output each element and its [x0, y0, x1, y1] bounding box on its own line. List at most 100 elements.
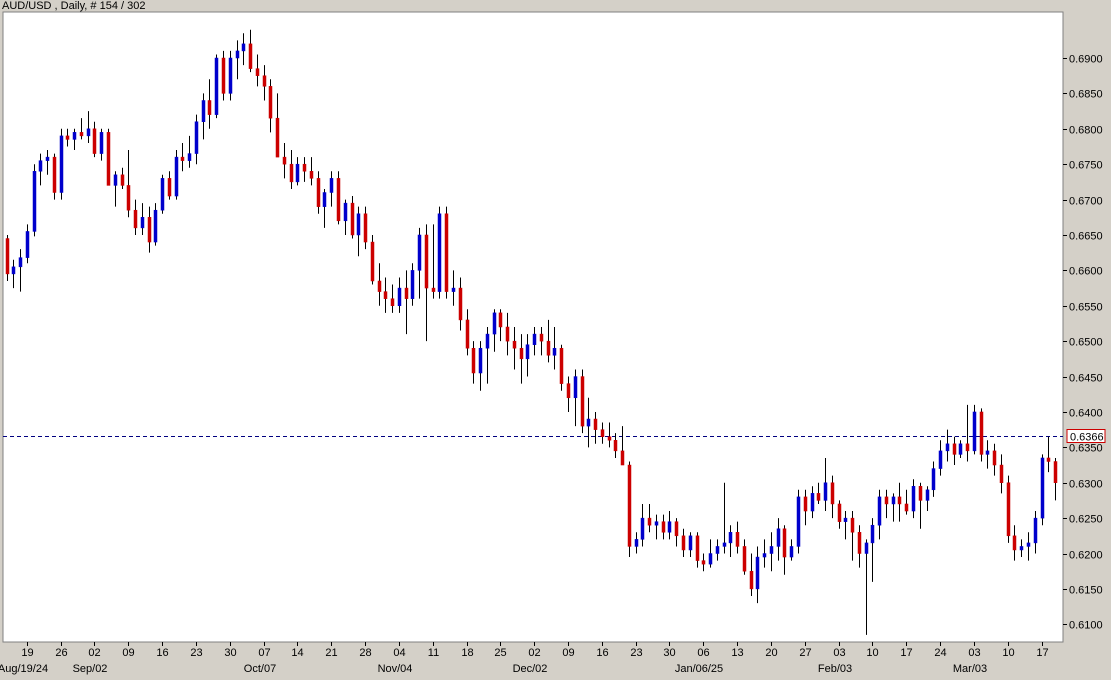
candle-up [153, 209, 158, 243]
candle-up [11, 266, 16, 275]
candle-up [485, 333, 490, 349]
x-tick-label: 14 [291, 647, 303, 659]
candle-up [72, 132, 77, 140]
candle-up [343, 202, 348, 222]
candle-up [925, 489, 930, 501]
candle-up [843, 517, 848, 522]
x-tick-label: 11 [428, 647, 439, 659]
y-tick-label: 0.6350 [1069, 443, 1103, 455]
candle-down [255, 68, 260, 76]
x-tick-label: 09 [562, 647, 574, 659]
candle-down [268, 86, 273, 119]
candle-up [586, 418, 591, 427]
y-tick-label: 0.6250 [1069, 514, 1103, 526]
candle-up [1019, 546, 1024, 551]
candle-up [945, 443, 950, 452]
candle-down [248, 43, 253, 69]
candle-down [1053, 461, 1058, 483]
candle-up [722, 542, 727, 547]
x-date-label: Jan/06/25 [675, 663, 723, 675]
x-tick-label: 19 [21, 647, 33, 659]
candle-up [478, 347, 483, 374]
candle-down [850, 517, 855, 533]
candle-up [877, 496, 882, 526]
candlestick-chart: 0.6100 0.6150 0.6200 0.6250 0.6300 0.6350 0.64… [0, 11, 1106, 675]
candle-down [147, 217, 152, 243]
candle-down [695, 535, 700, 561]
candle-up [1026, 542, 1031, 547]
candle-up [810, 493, 815, 512]
candle-down [289, 163, 294, 183]
candle-up [86, 128, 91, 137]
candle-down [336, 178, 341, 222]
candle-up [525, 344, 530, 360]
candle-down [431, 287, 436, 292]
y-tick-label: 0.6300 [1069, 479, 1103, 491]
candle-up [194, 121, 199, 154]
candle-down [559, 347, 564, 384]
candle-down [681, 535, 686, 551]
candle-down [180, 156, 185, 161]
candle-up [356, 213, 361, 236]
candle-up [174, 156, 179, 197]
candle-up [329, 178, 334, 193]
x-tick-label: 17 [900, 647, 912, 659]
y-tick-label: 0.6200 [1069, 550, 1103, 562]
x-tick-label: 04 [393, 647, 405, 659]
candle-down [275, 117, 280, 158]
x-tick-label: 26 [55, 647, 67, 659]
candle-down [471, 347, 476, 374]
candle-down [512, 340, 517, 349]
candle-up [634, 539, 639, 547]
y-tick-label: 0.6750 [1069, 160, 1103, 172]
candle-down [884, 496, 889, 505]
candle-up [654, 521, 659, 526]
candle-down [539, 333, 544, 342]
candle-down [546, 340, 551, 356]
y-tick-label: 0.6700 [1069, 196, 1103, 208]
plot-area [2, 11, 1064, 643]
y-tick-label: 0.6900 [1069, 54, 1103, 66]
y-tick-label: 0.6850 [1069, 89, 1103, 101]
candle-down [106, 132, 111, 186]
candle-down [167, 178, 172, 197]
candle-up [410, 270, 415, 299]
candle-down [5, 238, 10, 275]
x-tick-label: 25 [494, 647, 506, 659]
candle-up [1040, 457, 1045, 519]
x-date-label: Aug/19/24 [0, 663, 48, 675]
x-tick-label: 20 [765, 647, 777, 659]
candle-down [65, 135, 70, 140]
x-tick-label: 28 [359, 647, 371, 659]
candle-up [397, 287, 402, 307]
candle-up [532, 333, 537, 345]
y-tick-label: 0.6150 [1069, 585, 1103, 597]
candle-up [870, 524, 875, 544]
candle-up [789, 546, 794, 558]
candle-up [715, 546, 720, 554]
x-date-label: Mar/03 [953, 663, 987, 675]
candle-down [979, 411, 984, 455]
candle-up [113, 174, 118, 186]
candle-down [370, 241, 375, 282]
candle-up [769, 546, 774, 554]
candle-up [214, 57, 219, 115]
candle-up [573, 376, 578, 399]
candle-down [1046, 457, 1051, 462]
candle-down [566, 383, 571, 399]
candle-up [864, 542, 869, 554]
candle-up [776, 528, 781, 547]
candle-up [728, 532, 733, 544]
candle-down [749, 570, 754, 590]
candle-up [38, 160, 43, 172]
candle-up [911, 486, 916, 512]
candle-down [133, 209, 138, 229]
y-tick-label: 0.6800 [1069, 125, 1103, 137]
candle-up [640, 517, 645, 540]
candle-up [235, 50, 240, 59]
candle-down [830, 482, 835, 505]
x-tick-label: 02 [528, 647, 540, 659]
candle-up [437, 213, 442, 292]
x-date-label: Oct/07 [244, 663, 276, 675]
y-tick-label: 0.6500 [1069, 337, 1103, 349]
